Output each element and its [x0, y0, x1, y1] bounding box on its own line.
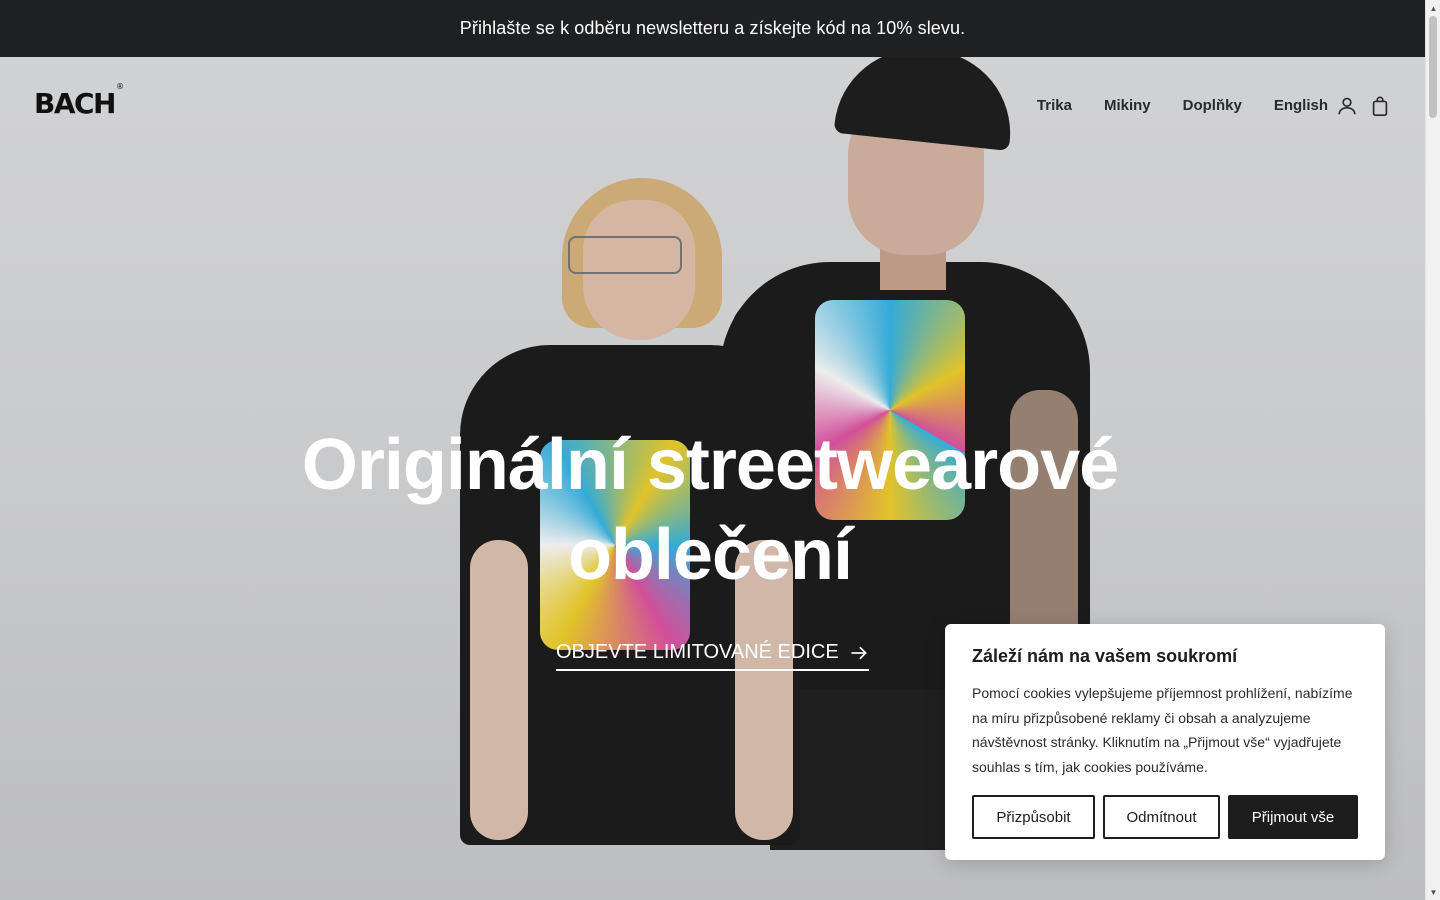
- cta-link[interactable]: OBJEVTE LIMITOVANÉ EDICE: [556, 640, 869, 671]
- cookie-buttons: Přizpůsobit Odmítnout Přijmout vše: [972, 795, 1358, 839]
- user-icon[interactable]: [1336, 95, 1358, 117]
- cookie-consent-dialog: Záleží nám na vašem soukromí Pomocí cook…: [945, 624, 1385, 860]
- hero-title-line-1: Originální streetwearové: [301, 425, 1119, 505]
- cookie-text: Pomocí cookies vylepšujeme příjemnost pr…: [972, 685, 1353, 775]
- nav-item-doplnky[interactable]: Doplňky: [1183, 96, 1242, 116]
- nav-item-mikiny[interactable]: Mikiny: [1104, 96, 1151, 116]
- brand-logo[interactable]: BACH®: [34, 82, 124, 120]
- nav-item-trika[interactable]: Trika: [1037, 96, 1072, 116]
- brand-name[interactable]: BACH: [34, 87, 117, 120]
- announcement-text[interactable]: Přihlašte se k odběru newsletteru a získ…: [460, 18, 965, 39]
- scroll-thumb[interactable]: [1429, 16, 1437, 118]
- reject-button[interactable]: Odmítnout: [1103, 795, 1220, 839]
- hero-title: Originální streetwearové oblečení: [270, 420, 1150, 600]
- cookie-title: Záleží nám na vašem soukromí: [972, 646, 1238, 666]
- accept-all-button[interactable]: Přijmout vše: [1228, 795, 1358, 839]
- page-scrollbar[interactable]: ▲ ▼: [1425, 0, 1440, 900]
- nav-item-english[interactable]: English: [1274, 96, 1328, 116]
- announcement-bar[interactable]: Přihlašte se k odběru newsletteru a získ…: [0, 0, 1425, 57]
- scroll-down-arrow-icon[interactable]: ▼: [1426, 886, 1440, 898]
- hero-title-line-2: oblečení: [567, 515, 853, 595]
- shopping-bag-icon[interactable]: [1369, 95, 1391, 117]
- customize-button[interactable]: Přizpůsobit: [972, 795, 1095, 839]
- cta-label[interactable]: OBJEVTE LIMITOVANÉ EDICE: [556, 641, 839, 664]
- scroll-up-arrow-icon[interactable]: ▲: [1426, 2, 1440, 14]
- registered-mark: ®: [116, 81, 124, 91]
- arrow-right-icon: [851, 646, 867, 659]
- main-nav: Trika Mikiny Doplňky English: [1037, 96, 1328, 116]
